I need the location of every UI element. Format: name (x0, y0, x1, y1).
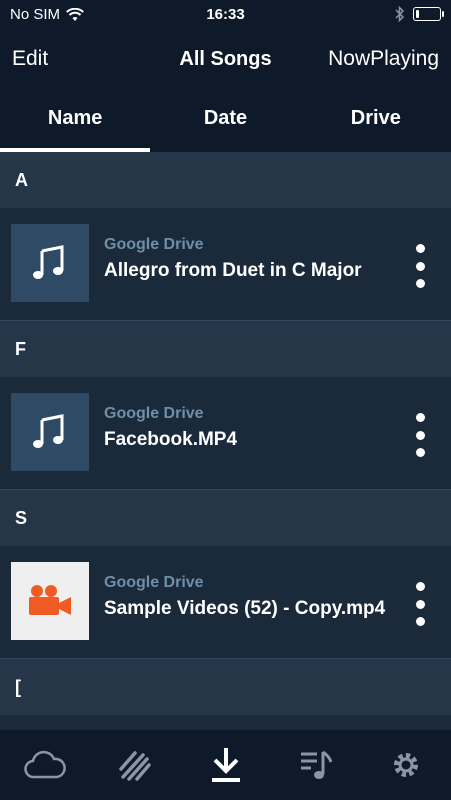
bottom-tab-bar (0, 730, 451, 800)
song-thumbnail (11, 224, 89, 302)
list-item[interactable]: Google Drive Sample Videos (52) - Copy.m… (0, 546, 451, 659)
download-icon (211, 748, 240, 782)
tabbar-settings[interactable] (361, 730, 451, 800)
more-options-icon[interactable] (415, 413, 425, 457)
song-source: Google Drive (104, 574, 204, 591)
stripes-icon (119, 751, 152, 781)
tab-drive[interactable]: Drive (301, 90, 451, 152)
tab-date[interactable]: Date (150, 90, 300, 152)
song-source: Google Drive (104, 405, 204, 422)
music-note-icon (33, 245, 64, 279)
list-item[interactable]: Google Drive Facebook.MP4 (0, 377, 451, 490)
tabbar-cloud[interactable] (0, 730, 90, 800)
tabbar-stripes[interactable] (90, 730, 180, 800)
status-time: 16:33 (206, 6, 245, 23)
status-bar: No SIM 16:33 (0, 0, 451, 30)
song-title: Facebook.MP4 (104, 429, 238, 450)
tabbar-playlist[interactable] (271, 730, 361, 800)
tab-name[interactable]: Name (0, 90, 151, 152)
section-header-bracket: [ (0, 659, 451, 715)
section-header-a: A (0, 152, 451, 208)
sort-tabs: Name Date Drive (0, 90, 451, 152)
more-options-icon[interactable] (415, 244, 425, 288)
navigation-bar: Edit All Songs NowPlaying (0, 30, 451, 90)
video-thumbnail (11, 562, 89, 640)
song-title: Allegro from Duet in C Major (104, 260, 362, 281)
song-thumbnail (11, 393, 89, 471)
battery-icon (413, 7, 444, 21)
playlist-icon (300, 750, 333, 779)
tabbar-download[interactable] (180, 730, 270, 800)
video-camera-icon (29, 585, 71, 615)
song-title: Sample Videos (52) - Copy.mp4 (104, 598, 386, 619)
cloud-icon (24, 750, 66, 779)
now-playing-button[interactable]: NowPlaying (328, 47, 439, 71)
list-item[interactable]: Google Drive Allegro from Duet in C Majo… (0, 208, 451, 321)
section-header-s: S (0, 490, 451, 546)
song-list[interactable]: A Google Drive Allegro from Duet in C Ma… (0, 152, 451, 730)
music-note-icon (33, 414, 64, 448)
song-source: Google Drive (104, 236, 204, 253)
gear-icon (393, 753, 418, 777)
bluetooth-icon (395, 6, 405, 22)
more-options-icon[interactable] (415, 582, 425, 626)
section-header-f: F (0, 321, 451, 377)
